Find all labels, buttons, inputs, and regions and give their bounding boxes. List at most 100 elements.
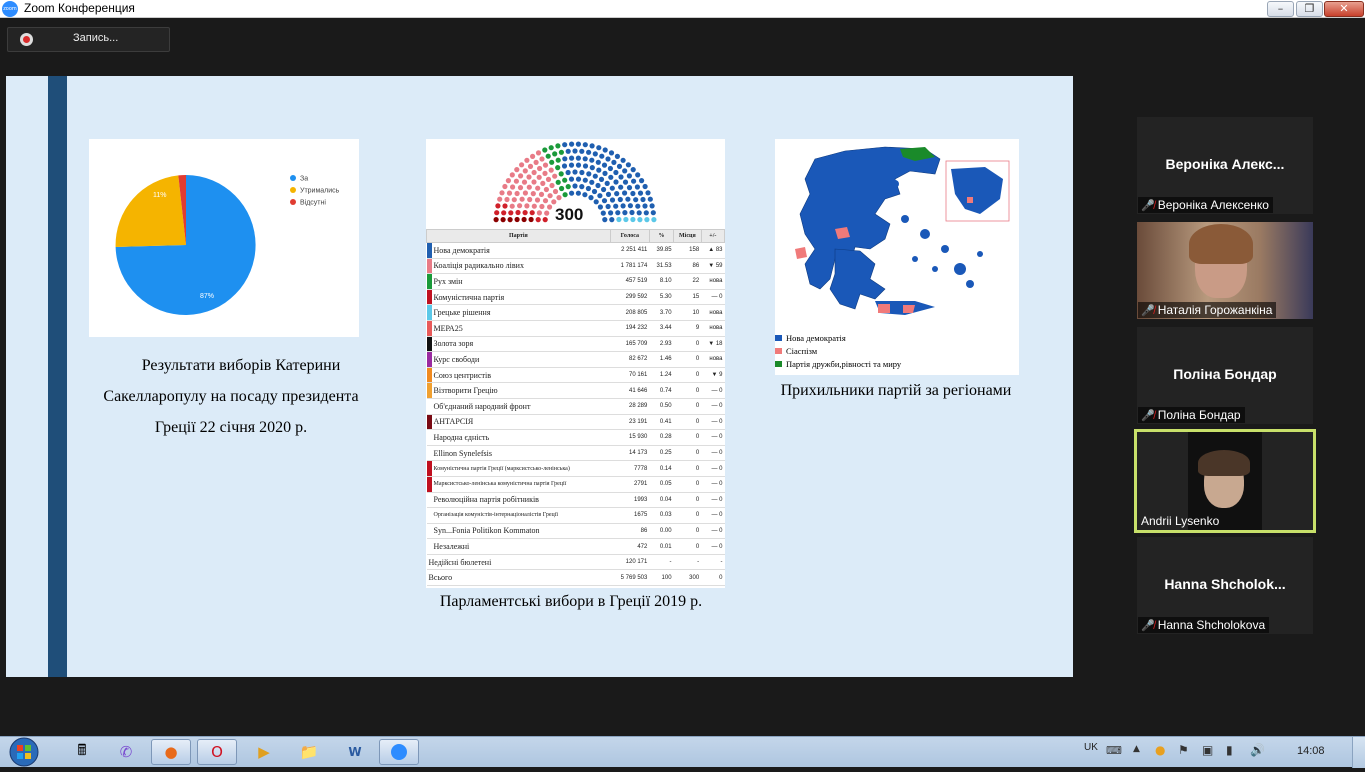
seats: 0	[673, 429, 702, 446]
participant-tile-polina[interactable]: Поліна Бондар 🎤̸ Поліна Бондар	[1137, 327, 1313, 424]
seat-dot	[589, 165, 595, 171]
seat-dot	[508, 210, 514, 216]
change: — 0	[701, 398, 725, 415]
participant-tile-hanna[interactable]: Hanna Shcholok... 🎤̸ Hanna Shcholokova	[1137, 537, 1313, 634]
seat-dot	[568, 176, 575, 182]
percent: 0.00	[649, 523, 674, 540]
show-desktop-button[interactable]	[1352, 737, 1365, 768]
party-name: Незалежні	[431, 538, 611, 555]
signal-icon[interactable]: ▮	[1226, 743, 1233, 757]
map-legend-1: Сіаспізм	[786, 346, 818, 356]
seat-dot	[552, 151, 558, 157]
media-player-icon[interactable]: ▶	[244, 739, 284, 765]
volume-icon[interactable]: 🔊	[1250, 743, 1265, 757]
seats: 0	[673, 398, 702, 415]
pie-slices	[115, 174, 256, 315]
party-name: Грецьке рішення	[431, 304, 611, 321]
firefox-icon[interactable]: ●	[151, 739, 191, 765]
tray-expand-icon[interactable]: ▲	[1133, 744, 1140, 754]
footer-votes: 5 769 503	[610, 569, 650, 587]
restore-button[interactable]: ❐	[1296, 1, 1323, 17]
seat-dot	[514, 167, 520, 173]
device-icon[interactable]: ▣	[1202, 743, 1213, 757]
seats: 0	[673, 476, 702, 493]
keyboard-icon[interactable]: ⌨	[1106, 744, 1122, 757]
folder-icon[interactable]: 📁	[289, 739, 329, 765]
seat-dot	[521, 216, 527, 223]
seat-dot	[640, 196, 646, 203]
seats: 22	[673, 273, 702, 290]
participant-tile-veronika[interactable]: Вероніка Алекс... 🎤̸ Вероніка Алексенко	[1137, 117, 1313, 214]
seat-dot	[528, 216, 534, 223]
col-pct: %	[648, 229, 675, 243]
zoom-icon[interactable]	[379, 739, 419, 765]
record-icon	[20, 33, 33, 46]
word-icon[interactable]: W	[335, 739, 375, 765]
seat-dot	[629, 209, 635, 216]
language-indicator[interactable]: UK	[1084, 742, 1098, 753]
seats: 158	[673, 242, 702, 259]
votes: 2791	[610, 476, 650, 493]
seat-dot	[558, 149, 564, 155]
party-name: Організація комуністів-інтернаціоналісті…	[431, 507, 611, 524]
participant-big-name: Вероніка Алекс...	[1165, 156, 1285, 172]
table-row: МЕРА25 194 232 3.44 9 нова	[426, 320, 725, 337]
seat-dot	[493, 217, 499, 223]
participant-tile-andrii-active[interactable]: Andrii Lysenko	[1134, 429, 1316, 533]
col-votes: Голоса	[609, 229, 650, 243]
seat-dot	[582, 156, 588, 162]
table-row: Комуністична партія 299 592 5.30 15— 0	[426, 289, 725, 306]
seat-dot	[592, 151, 598, 157]
tray-app-icon[interactable]: ●	[1155, 743, 1165, 757]
seat-dot	[617, 196, 623, 203]
seat-dot	[517, 185, 524, 191]
close-button[interactable]: ✕	[1324, 1, 1364, 17]
seat-dot	[542, 147, 548, 153]
percent: 0.05	[649, 476, 674, 493]
table-row: Золота зоря 165 709 2.93 0 ▼ 18	[426, 336, 725, 353]
percent: 0.41	[649, 414, 674, 431]
flag-icon[interactable]: ⚑	[1178, 743, 1189, 757]
seat-dot	[543, 186, 549, 193]
viber-icon[interactable]: ✆	[106, 739, 146, 765]
calculator-icon[interactable]: 🖩	[62, 739, 102, 765]
minimize-button[interactable]: –	[1267, 1, 1294, 17]
start-button[interactable]	[5, 737, 43, 768]
seat-dot	[613, 203, 619, 209]
seat-dot	[555, 179, 561, 185]
clock[interactable]: 14:08	[1297, 745, 1325, 757]
seat-dot	[539, 156, 545, 162]
seat-dot	[602, 217, 608, 223]
opera-icon[interactable]: O	[197, 739, 237, 765]
seat-dot	[522, 190, 528, 196]
seat-dot	[609, 197, 616, 203]
recording-indicator[interactable]: Запись...	[7, 27, 170, 52]
seat-dot	[637, 190, 644, 196]
seat-dot	[608, 150, 615, 156]
seat-dot	[502, 203, 508, 209]
seat-dot	[622, 168, 628, 174]
seat-dot	[601, 162, 608, 168]
seat-dot	[597, 193, 603, 199]
meeting-area: Запись... 87% 11% За Утримались Відсутні	[0, 19, 1365, 736]
seat-dot	[569, 141, 575, 147]
participant-name-label: 🎤̸ Вероніка Алексенко	[1138, 197, 1273, 213]
seat-dot	[597, 204, 603, 210]
seat-dot	[558, 171, 564, 177]
seat-dot	[622, 190, 628, 196]
seat-dot	[552, 188, 559, 195]
seat-dot	[627, 203, 633, 209]
col-seats: Місця	[673, 229, 702, 243]
seat-dot	[582, 142, 588, 148]
change: — 0	[701, 445, 725, 462]
party-name: АНТАРСІЯ	[431, 414, 611, 431]
seat-dot	[526, 184, 532, 190]
party-name: Syn...Fonia Politikon Kommaton	[431, 523, 611, 540]
seat-dot	[544, 210, 550, 216]
seat-dot	[515, 209, 521, 216]
seats: 0	[673, 382, 702, 399]
participant-tile-nataliia[interactable]: 🎤̸ Наталія Горожанкіна	[1137, 222, 1313, 319]
percent: 3.44	[649, 320, 674, 337]
seat-dot	[600, 210, 606, 216]
seat-dot	[613, 179, 619, 185]
